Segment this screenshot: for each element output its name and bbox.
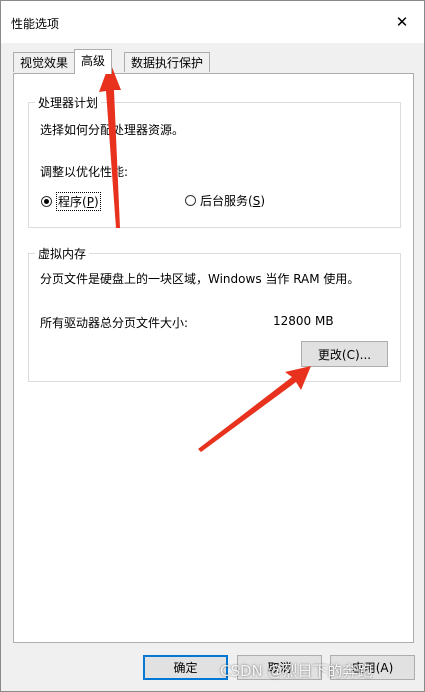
close-button[interactable]: ✕ <box>380 1 424 43</box>
ok-button[interactable]: 确定 <box>143 655 228 680</box>
window-title: 性能选项 <box>11 17 60 31</box>
advanced-tab-panel: 处理器计划 选择如何分配处理器资源。 调整以优化性能: 程序(P) 后台服务(S… <box>13 73 414 643</box>
tab-strip: 视觉效果 高级 数据执行保护 <box>13 49 413 74</box>
adjust-performance-label: 调整以优化性能: <box>40 165 129 179</box>
tab-visual-effects[interactable]: 视觉效果 <box>13 52 76 72</box>
virtual-memory-description: 分页文件是硬盘上的一块区域，Windows 当作 RAM 使用。 <box>40 272 360 286</box>
radio-background-services-indicator <box>185 195 196 206</box>
radio-programs[interactable]: 程序(P) <box>41 192 101 211</box>
change-virtual-memory-button[interactable]: 更改(C)... <box>301 341 388 367</box>
virtual-memory-legend: 虚拟内存 <box>38 247 87 261</box>
title-bar: 性能选项 ✕ <box>1 1 424 43</box>
cancel-button[interactable]: 取消 <box>237 655 322 680</box>
apply-button[interactable]: 应用(A) <box>330 655 415 680</box>
radio-background-services[interactable]: 后台服务(S) <box>185 192 265 209</box>
close-icon: ✕ <box>395 13 409 31</box>
paging-file-total-label: 所有驱动器总分页文件大小: <box>40 316 189 330</box>
performance-options-dialog: 性能选项 ✕ 视觉效果 高级 数据执行保护 处理器计划 选择如何分配处理器资源。… <box>0 0 425 692</box>
radio-programs-label: 程序(P) <box>56 192 101 211</box>
radio-background-services-label: 后台服务(S) <box>200 194 265 208</box>
tab-advanced[interactable]: 高级 <box>74 49 113 74</box>
processor-description: 选择如何分配处理器资源。 <box>40 123 185 137</box>
radio-programs-indicator <box>41 196 52 207</box>
tab-data-execution-prevention[interactable]: 数据执行保护 <box>124 52 211 72</box>
paging-file-total-value: 12800 MB <box>273 314 334 328</box>
processor-scheduling-legend: 处理器计划 <box>38 96 99 110</box>
